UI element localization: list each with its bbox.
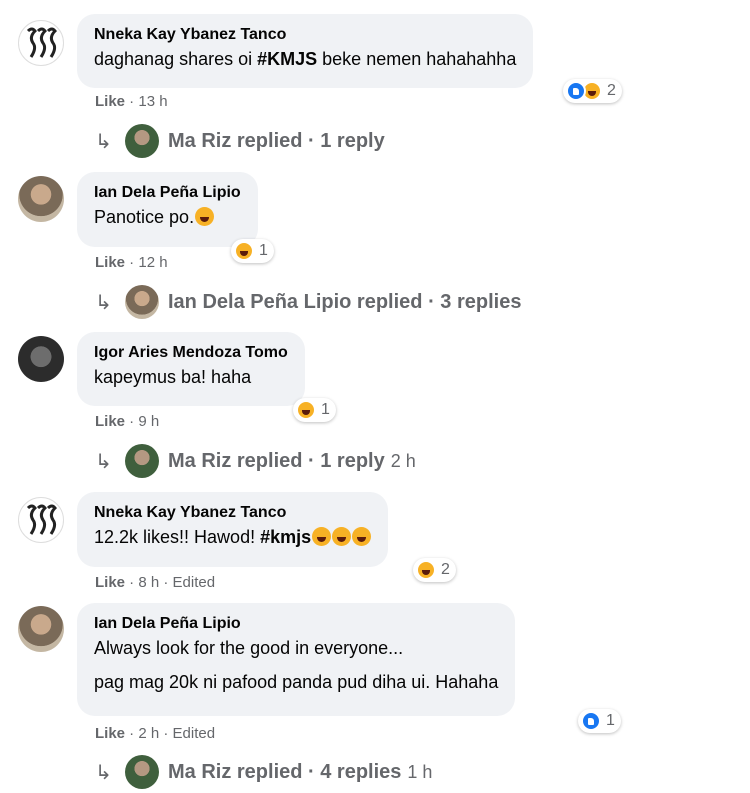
laughing-emoji-icon	[312, 527, 332, 546]
view-replies-link[interactable]: ↳ Ian Dela Peña Lipio replied · 3 replie…	[95, 285, 521, 319]
avatar[interactable]	[18, 176, 64, 222]
reply-timestamp[interactable]: 2 h	[391, 451, 416, 472]
reaction-summary[interactable]: 1	[231, 239, 274, 263]
grinning-emoji-icon	[352, 527, 372, 546]
replies-label[interactable]: Ma Riz replied · 1 reply	[168, 450, 385, 473]
reaction-summary[interactable]: 1	[293, 398, 336, 422]
avatar[interactable]	[18, 20, 64, 66]
comment-text: Panotice po.	[94, 205, 241, 229]
reply-arrow-icon: ↳	[95, 291, 112, 314]
comment-actions: Like · 8 h · Edited	[95, 574, 215, 591]
reply-avatar	[125, 285, 159, 319]
comment-timestamp[interactable]: · 13 h	[125, 93, 167, 110]
comment-actions: Like · 13 h	[95, 93, 168, 110]
avatar-logo	[26, 504, 57, 535]
reply-arrow-icon: ↳	[95, 130, 112, 153]
reply-arrow-icon: ↳	[95, 761, 112, 784]
reply-avatar	[125, 755, 159, 789]
comment-timestamp[interactable]: · 9 h	[125, 413, 159, 430]
rolling-laughing-emoji-icon	[195, 207, 215, 226]
reaction-summary[interactable]: 2	[563, 79, 622, 103]
view-replies-link[interactable]: ↳ Ma Riz replied · 4 replies 1 h	[95, 755, 432, 789]
comment-actions: Like · 2 h · Edited	[95, 725, 215, 742]
comment-author[interactable]: Igor Aries Mendoza Tomo	[94, 343, 288, 363]
comment-actions: Like · 9 h	[95, 413, 159, 430]
reaction-count: 1	[321, 401, 330, 418]
comment-text: daghanag shares oi #KMJS beke nemen haha…	[94, 49, 517, 69]
replies-label[interactable]: Ma Riz replied · 1 reply	[168, 130, 385, 153]
avatar[interactable]	[18, 606, 64, 652]
rolling-laughing-emoji-icon	[332, 527, 352, 546]
haha-reaction-icon	[234, 241, 254, 261]
reply-arrow-icon: ↳	[95, 450, 112, 473]
reaction-count: 2	[441, 561, 450, 578]
like-button[interactable]: Like	[95, 254, 125, 271]
like-button[interactable]: Like	[95, 574, 125, 591]
like-button[interactable]: Like	[95, 413, 125, 430]
comment-timestamp[interactable]: · 12 h	[125, 254, 167, 271]
replies-label[interactable]: Ma Riz replied · 4 replies	[168, 761, 401, 784]
comment-bubble: Ian Dela Peña Lipio Always look for the …	[77, 603, 516, 716]
comment-timestamp[interactable]: · 2 h · Edited	[125, 725, 215, 742]
comment-text: Always look for the good in everyone...	[94, 638, 404, 658]
view-replies-link[interactable]: ↳ Ma Riz replied · 1 reply 2 h	[95, 444, 416, 478]
reaction-summary[interactable]: 2	[413, 558, 456, 582]
comment-author[interactable]: Ian Dela Peña Lipio	[94, 183, 241, 203]
comment-actions: Like · 12 h	[95, 254, 168, 271]
reply-timestamp[interactable]: 1 h	[407, 762, 432, 783]
comment-author[interactable]: Nneka Kay Ybanez Tanco	[94, 25, 516, 45]
reaction-count: 1	[606, 712, 615, 729]
comment-bubble: Ian Dela Peña Lipio Panotice po.	[77, 172, 258, 247]
comment-bubble: Nneka Kay Ybanez Tanco daghanag shares o…	[77, 14, 534, 88]
reaction-count: 2	[607, 82, 616, 99]
comment-author[interactable]: Nneka Kay Ybanez Tanco	[94, 503, 371, 523]
like-button[interactable]: Like	[95, 725, 125, 742]
reaction-count: 1	[259, 242, 268, 259]
avatar-logo	[26, 27, 57, 58]
comment-text: kapeymus ba! haha	[94, 367, 252, 387]
haha-reaction-icon	[416, 560, 436, 580]
comment-text: 12.2k likes!! Hawod! #kmjs	[94, 525, 372, 549]
view-replies-link[interactable]: ↳ Ma Riz replied · 1 reply	[95, 124, 385, 158]
reply-avatar	[125, 444, 159, 478]
comment-bubble: Igor Aries Mendoza Tomo kapeymus ba! hah…	[77, 332, 305, 406]
like-reaction-icon	[566, 81, 586, 101]
replies-label[interactable]: Ian Dela Peña Lipio replied · 3 replies	[168, 291, 521, 314]
comment-timestamp[interactable]: · 8 h · Edited	[125, 574, 215, 591]
reaction-summary[interactable]: 1	[578, 709, 621, 733]
reply-avatar	[125, 124, 159, 158]
avatar[interactable]	[18, 336, 64, 382]
comment-text-line-2: pag mag 20k ni pafood panda pud diha ui.…	[94, 672, 499, 692]
hashtag-link[interactable]: #kmjs	[260, 527, 311, 547]
haha-reaction-icon	[296, 400, 316, 420]
avatar[interactable]	[18, 497, 64, 543]
hashtag-link[interactable]: #KMJS	[257, 49, 317, 69]
like-reaction-icon	[581, 711, 601, 731]
like-button[interactable]: Like	[95, 93, 125, 110]
comment-author[interactable]: Ian Dela Peña Lipio	[94, 614, 498, 634]
comment-bubble: Nneka Kay Ybanez Tanco 12.2k likes!! Haw…	[77, 492, 389, 567]
